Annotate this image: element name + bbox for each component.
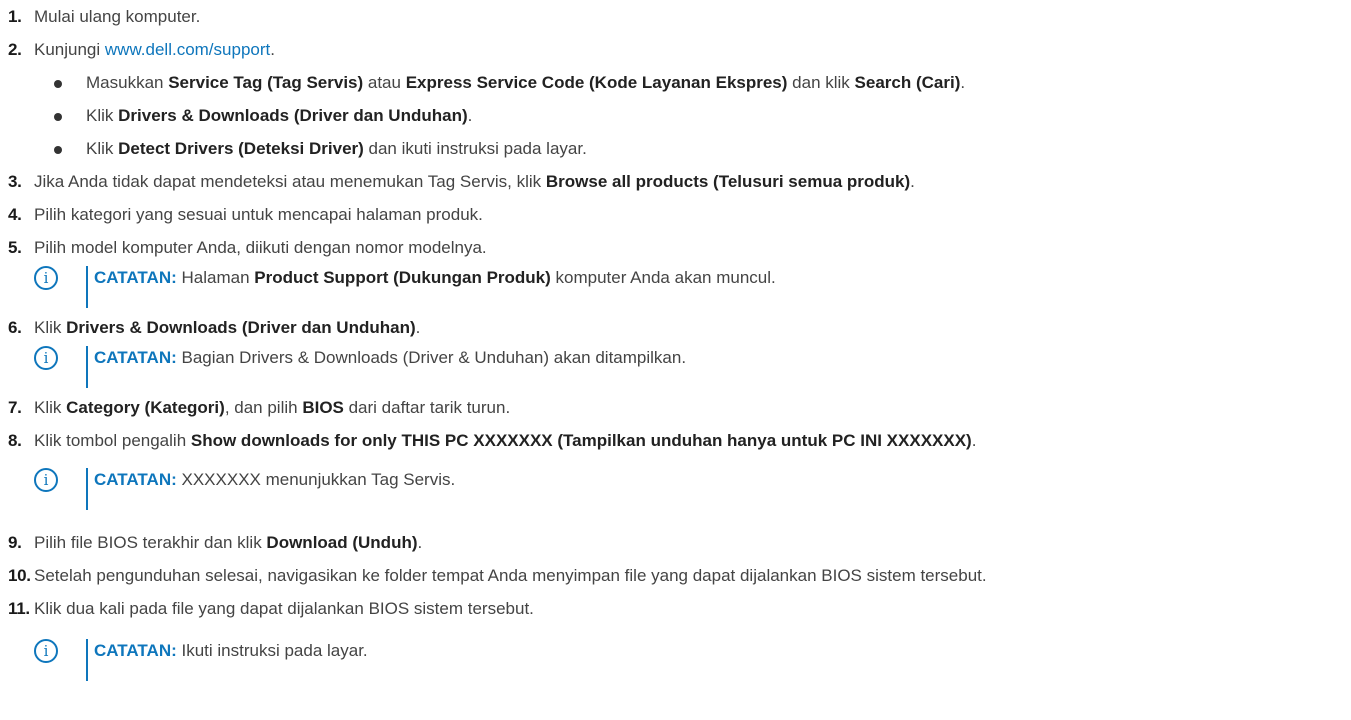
step-number: 4. bbox=[8, 205, 22, 224]
note-2: i CATATAN: Bagian Drivers & Downloads (D… bbox=[34, 346, 934, 388]
step-text: Kunjungi www.dell.com/support. bbox=[34, 40, 275, 59]
step-number: 7. bbox=[8, 398, 22, 417]
step-text: Mulai ulang komputer. bbox=[34, 7, 201, 26]
step-text: Pilih model komputer Anda, diikuti denga… bbox=[34, 238, 487, 257]
step-text: Klik tombol pengalih Show downloads for … bbox=[34, 431, 977, 450]
step-number: 5. bbox=[8, 238, 22, 257]
note-divider bbox=[86, 346, 88, 388]
step-number: 10. bbox=[8, 566, 31, 585]
step-number: 8. bbox=[8, 431, 22, 450]
step-text: Setelah pengunduhan selesai, navigasikan… bbox=[34, 566, 987, 585]
bullet-icon bbox=[54, 80, 62, 88]
note-3: i CATATAN: XXXXXXX menunjukkan Tag Servi… bbox=[34, 468, 934, 510]
dell-support-link[interactable]: www.dell.com/support bbox=[105, 40, 270, 59]
step-number: 6. bbox=[8, 318, 22, 337]
note-divider bbox=[86, 468, 88, 510]
step-number: 2. bbox=[8, 40, 22, 59]
note-4: i CATATAN: Ikuti instruksi pada layar. bbox=[34, 639, 934, 681]
info-icon: i bbox=[34, 266, 58, 290]
substep-text: Masukkan Service Tag (Tag Servis) atau E… bbox=[86, 73, 966, 92]
step-number: 1. bbox=[8, 7, 22, 26]
note-divider bbox=[86, 266, 88, 308]
info-icon: i bbox=[34, 346, 58, 370]
procedure-document: 1. Mulai ulang komputer. 2. Kunjungi www… bbox=[0, 0, 1351, 720]
note-text: CATATAN: Ikuti instruksi pada layar. bbox=[94, 641, 368, 660]
step-number: 11. bbox=[8, 599, 30, 618]
bullet-icon bbox=[54, 146, 62, 154]
step-text: Pilih file BIOS terakhir dan klik Downlo… bbox=[34, 533, 423, 552]
step-number: 3. bbox=[8, 172, 22, 191]
info-icon: i bbox=[34, 639, 58, 663]
step-number: 9. bbox=[8, 533, 22, 552]
note-text: CATATAN: Bagian Drivers & Downloads (Dri… bbox=[94, 348, 687, 367]
note-divider bbox=[86, 639, 88, 681]
note-text: CATATAN: XXXXXXX menunjukkan Tag Servis. bbox=[94, 470, 456, 489]
substep-text: Klik Drivers & Downloads (Driver dan Und… bbox=[86, 106, 473, 125]
note-1: i CATATAN: Halaman Product Support (Duku… bbox=[34, 266, 934, 308]
step-text: Klik Drivers & Downloads (Driver dan Und… bbox=[34, 318, 421, 337]
step-text: Pilih kategori yang sesuai untuk mencapa… bbox=[34, 205, 483, 224]
note-text: CATATAN: Halaman Product Support (Dukung… bbox=[94, 268, 776, 287]
substep-text: Klik Detect Drivers (Deteksi Driver) dan… bbox=[86, 139, 587, 158]
bullet-icon bbox=[54, 113, 62, 121]
info-icon: i bbox=[34, 468, 58, 492]
step-text: Klik dua kali pada file yang dapat dijal… bbox=[34, 599, 534, 618]
step-text: Klik Category (Kategori), dan pilih BIOS… bbox=[34, 398, 511, 417]
step-text: Jika Anda tidak dapat mendeteksi atau me… bbox=[34, 172, 915, 191]
